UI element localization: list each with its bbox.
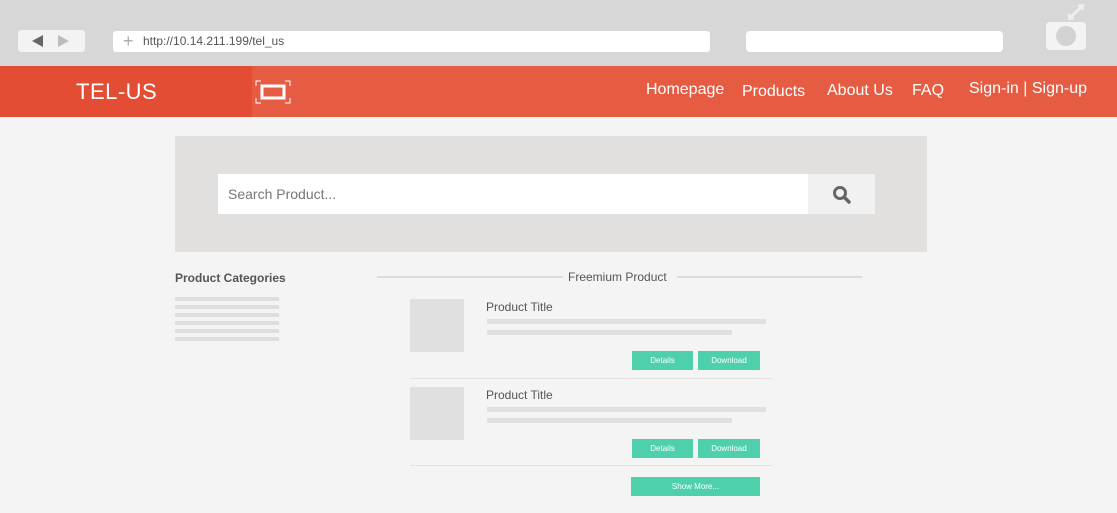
category-placeholder[interactable] — [175, 305, 279, 309]
page: + http://10.14.211.199/tel_us TEL-US Hom… — [0, 0, 1117, 513]
product-desc-line — [487, 418, 732, 423]
freemium-heading: Freemium Product — [568, 270, 667, 284]
logo-block: TEL-US — [0, 66, 252, 117]
category-placeholder[interactable] — [175, 321, 279, 325]
download-button[interactable]: Download — [698, 439, 760, 458]
details-button[interactable]: Details — [632, 351, 693, 370]
categories-heading: Product Categories — [175, 271, 286, 285]
forward-icon[interactable] — [58, 35, 69, 47]
category-placeholder[interactable] — [175, 313, 279, 317]
product-divider — [410, 465, 772, 466]
nav-homepage[interactable]: Homepage — [646, 81, 724, 99]
circle-menu-icon — [1056, 26, 1076, 46]
product-desc-line — [487, 330, 732, 335]
address-url: http://10.14.211.199/tel_us — [143, 34, 285, 48]
site-header: TEL-US Homepage Products About Us FAQ Si… — [0, 66, 1117, 117]
screen-frame-icon[interactable] — [255, 80, 291, 104]
product-thumbnail[interactable] — [410, 387, 464, 440]
product-divider — [410, 378, 772, 379]
product-desc-line — [487, 407, 766, 412]
nav-faq[interactable]: FAQ — [912, 82, 944, 100]
nav-sign-in-up[interactable]: Sign-in | Sign-up — [969, 80, 1087, 98]
search-button[interactable] — [808, 174, 875, 214]
category-placeholder[interactable] — [175, 297, 279, 301]
product-title[interactable]: Product Title — [486, 388, 553, 402]
address-bar[interactable]: + http://10.14.211.199/tel_us — [113, 31, 710, 52]
back-icon[interactable] — [32, 35, 43, 47]
expand-arrows-icon[interactable] — [1066, 3, 1086, 21]
details-button[interactable]: Details — [632, 439, 693, 458]
category-placeholder[interactable] — [175, 329, 279, 333]
plus-icon[interactable]: + — [123, 31, 134, 51]
browser-chrome: + http://10.14.211.199/tel_us — [0, 0, 1117, 66]
nav-products[interactable]: Products — [742, 83, 805, 101]
show-more-button[interactable]: Show More... — [631, 477, 760, 496]
section-rule-right — [677, 276, 862, 278]
nav-about-us[interactable]: About Us — [827, 82, 893, 100]
browser-menu-button[interactable] — [1046, 22, 1086, 50]
download-button[interactable]: Download — [698, 351, 760, 370]
product-title[interactable]: Product Title — [486, 300, 553, 314]
section-rule-left — [377, 276, 563, 278]
search-hero — [175, 136, 927, 252]
product-desc-line — [487, 319, 766, 324]
product-search-input[interactable] — [218, 174, 808, 214]
category-placeholder[interactable] — [175, 337, 279, 341]
magnifier-icon — [833, 186, 851, 204]
product-thumbnail[interactable] — [410, 299, 464, 352]
site-logo[interactable]: TEL-US — [76, 79, 157, 105]
history-buttons — [18, 30, 85, 52]
browser-search-field[interactable] — [746, 31, 1003, 52]
